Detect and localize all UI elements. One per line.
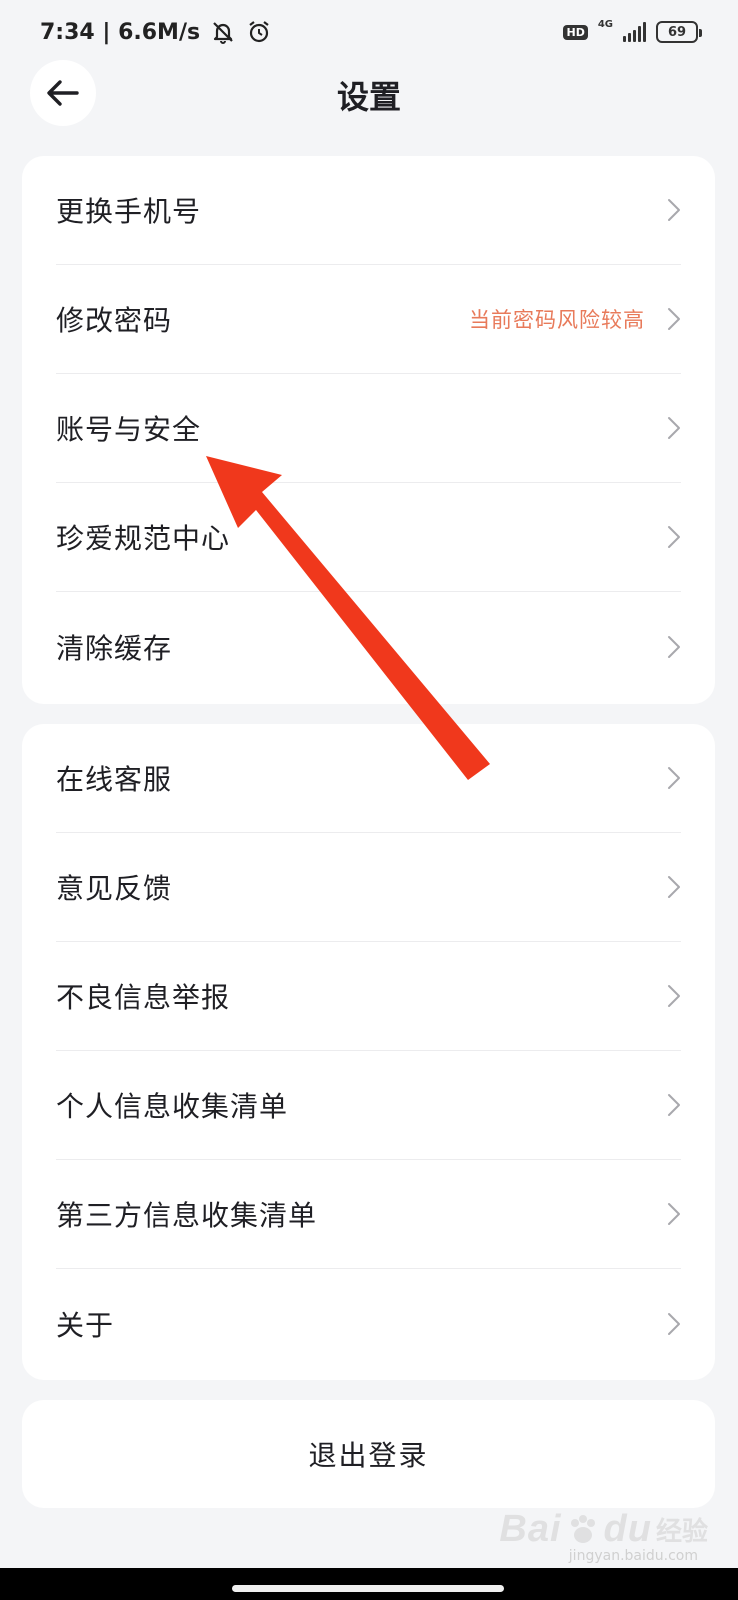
- paw-logo-icon: [570, 1514, 595, 1543]
- setting-item-online-service[interactable]: 在线客服: [56, 724, 681, 833]
- chevron-right-icon: [668, 1312, 680, 1335]
- setting-item-label: 更换手机号: [56, 195, 202, 228]
- baidu-watermark: Bai du 经验: [499, 1508, 708, 1551]
- alarm-clock-icon: [249, 21, 269, 43]
- status-right: HD 4G 69: [563, 18, 702, 43]
- settings-page: 7:34 | 6.6M/s HD 4G 69 设置 更换手机号 修改密码 当前密…: [0, 0, 738, 1600]
- navigation-bar: [0, 1568, 738, 1600]
- setting-item-label: 不良信息举报: [56, 981, 231, 1014]
- home-indicator[interactable]: [232, 1585, 504, 1592]
- status-left: 7:34 | 6.6M/s: [40, 19, 272, 45]
- setting-item-right: [667, 1312, 681, 1336]
- setting-item-about[interactable]: 关于: [56, 1269, 681, 1378]
- status-time-speed: 7:34 | 6.6M/s: [40, 19, 201, 45]
- setting-item-label: 关于: [56, 1308, 115, 1342]
- chevron-right-icon: [668, 635, 680, 658]
- setting-item-third-party-info-list[interactable]: 第三方信息收集清单: [56, 1160, 681, 1269]
- setting-item-change-password[interactable]: 修改密码 当前密码风险较高: [56, 265, 681, 374]
- settings-group-account: 更换手机号 修改密码 当前密码风险较高 账号与安全 珍爱规范中心 清除缓存: [22, 156, 715, 704]
- logout-button[interactable]: 退出登录: [22, 1400, 715, 1508]
- setting-item-right: [667, 525, 681, 549]
- setting-item-norms-center[interactable]: 珍爱规范中心: [56, 483, 681, 592]
- setting-item-right: [667, 416, 681, 440]
- hd-badge: HD: [563, 24, 588, 40]
- mute-bell-icon: [213, 22, 233, 44]
- chevron-right-icon: [668, 876, 680, 898]
- setting-item-label: 珍爱规范中心: [56, 522, 231, 555]
- chevron-right-icon: [668, 1094, 680, 1116]
- status-bar: 7:34 | 6.6M/s HD 4G 69: [0, 0, 738, 64]
- setting-item-label: 第三方信息收集清单: [56, 1199, 318, 1232]
- watermark-brand-suffix: du: [603, 1508, 652, 1550]
- setting-item-label: 账号与安全: [56, 413, 202, 446]
- setting-item-account-security[interactable]: 账号与安全: [56, 374, 681, 483]
- chevron-right-icon: [668, 526, 680, 548]
- battery-level: 69: [667, 24, 687, 40]
- setting-item-right: [667, 1093, 681, 1117]
- setting-item-right: [667, 198, 681, 222]
- header: 设置: [0, 60, 738, 126]
- chevron-right-icon: [668, 417, 680, 439]
- setting-item-feedback[interactable]: 意见反馈: [56, 833, 681, 942]
- watermark-url: jingyan.baidu.com: [568, 1548, 698, 1564]
- chevron-right-icon: [668, 1203, 680, 1225]
- setting-item-clear-cache[interactable]: 清除缓存: [56, 592, 681, 701]
- chevron-right-icon: [668, 308, 680, 330]
- setting-item-right: 当前密码风险较高: [469, 304, 681, 334]
- logout-label: 退出登录: [308, 1439, 429, 1472]
- logout-card: 退出登录: [22, 1400, 715, 1508]
- setting-item-right: [667, 1202, 681, 1226]
- watermark-brand: Bai: [499, 1508, 562, 1550]
- setting-item-change-phone[interactable]: 更换手机号: [56, 156, 681, 265]
- setting-item-right: [667, 984, 681, 1008]
- setting-item-label: 清除缓存: [56, 631, 173, 665]
- chevron-right-icon: [668, 199, 680, 221]
- setting-item-label: 修改密码: [56, 304, 173, 337]
- setting-item-label: 在线客服: [56, 763, 173, 796]
- setting-item-right: [667, 766, 681, 790]
- signal-strength-icon: [623, 22, 646, 42]
- setting-item-right: [667, 635, 681, 659]
- settings-group-support: 在线客服 意见反馈 不良信息举报 个人信息收集清单 第三方信息收集清单 关于: [22, 724, 715, 1380]
- password-risk-hint: 当前密码风险较高: [469, 308, 645, 332]
- battery-icon: 69: [656, 21, 702, 43]
- chevron-right-icon: [668, 985, 680, 1007]
- setting-item-right: [667, 875, 681, 899]
- chevron-right-icon: [668, 767, 680, 789]
- setting-item-personal-info-list[interactable]: 个人信息收集清单: [56, 1051, 681, 1160]
- setting-item-report[interactable]: 不良信息举报: [56, 942, 681, 1051]
- watermark-cn: 经验: [655, 1517, 708, 1547]
- setting-item-label: 意见反馈: [56, 872, 173, 905]
- page-title: 设置: [336, 78, 401, 116]
- network-type: 4G: [597, 18, 613, 30]
- setting-item-label: 个人信息收集清单: [56, 1090, 289, 1123]
